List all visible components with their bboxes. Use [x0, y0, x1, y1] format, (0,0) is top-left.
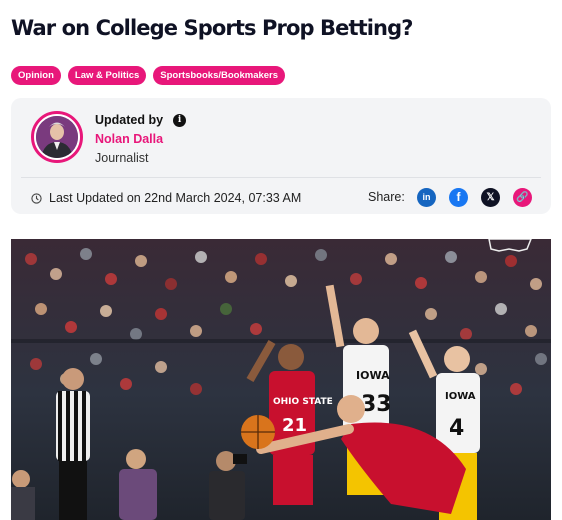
- info-icon[interactable]: i: [173, 113, 187, 127]
- last-updated-text: Last Updated on 22nd March 2024, 07:33 A…: [49, 191, 302, 205]
- jersey-number-4: 4: [449, 416, 464, 441]
- clock-icon: [31, 192, 42, 204]
- tag-sportsbooks[interactable]: Sportsbooks/Bookmakers: [153, 66, 286, 85]
- link-icon[interactable]: 🔗: [513, 188, 532, 207]
- tag-opinion[interactable]: Opinion: [11, 66, 61, 85]
- jersey-text-iowa: IOWA: [356, 369, 390, 382]
- share-buttons: in f 𝕏 🔗: [417, 188, 532, 207]
- author-card: Updated by i Nolan Dalla Journalist Last…: [11, 98, 551, 214]
- tag-list: Opinion Law & Politics Sportsbooks/Bookm…: [11, 66, 286, 85]
- updated-by-label: Updated by: [95, 113, 164, 127]
- article-title: War on College Sports Prop Betting?: [11, 16, 413, 40]
- share-label: Share:: [368, 190, 405, 204]
- x-icon[interactable]: 𝕏: [481, 188, 500, 207]
- updated-by-row: Updated by i: [95, 113, 187, 127]
- card-divider: [21, 177, 541, 178]
- svg-text:IOWA: IOWA: [445, 391, 476, 402]
- avatar[interactable]: [31, 111, 83, 163]
- jersey-number-21: 21: [282, 415, 307, 436]
- avatar-photo: [36, 116, 78, 158]
- last-updated: Last Updated on 22nd March 2024, 07:33 A…: [31, 191, 301, 205]
- linkedin-icon[interactable]: in: [417, 188, 436, 207]
- jersey-text-ohio-state: OHIO STATE: [273, 397, 333, 407]
- hero-image: IOWA 33 IOWA 4 OHIO STATE 21: [11, 239, 551, 520]
- author-role: Journalist: [95, 151, 149, 165]
- author-name[interactable]: Nolan Dalla: [95, 132, 163, 146]
- jersey-number-33: 33: [361, 392, 392, 417]
- facebook-icon[interactable]: f: [449, 188, 468, 207]
- tag-law-politics[interactable]: Law & Politics: [67, 66, 147, 85]
